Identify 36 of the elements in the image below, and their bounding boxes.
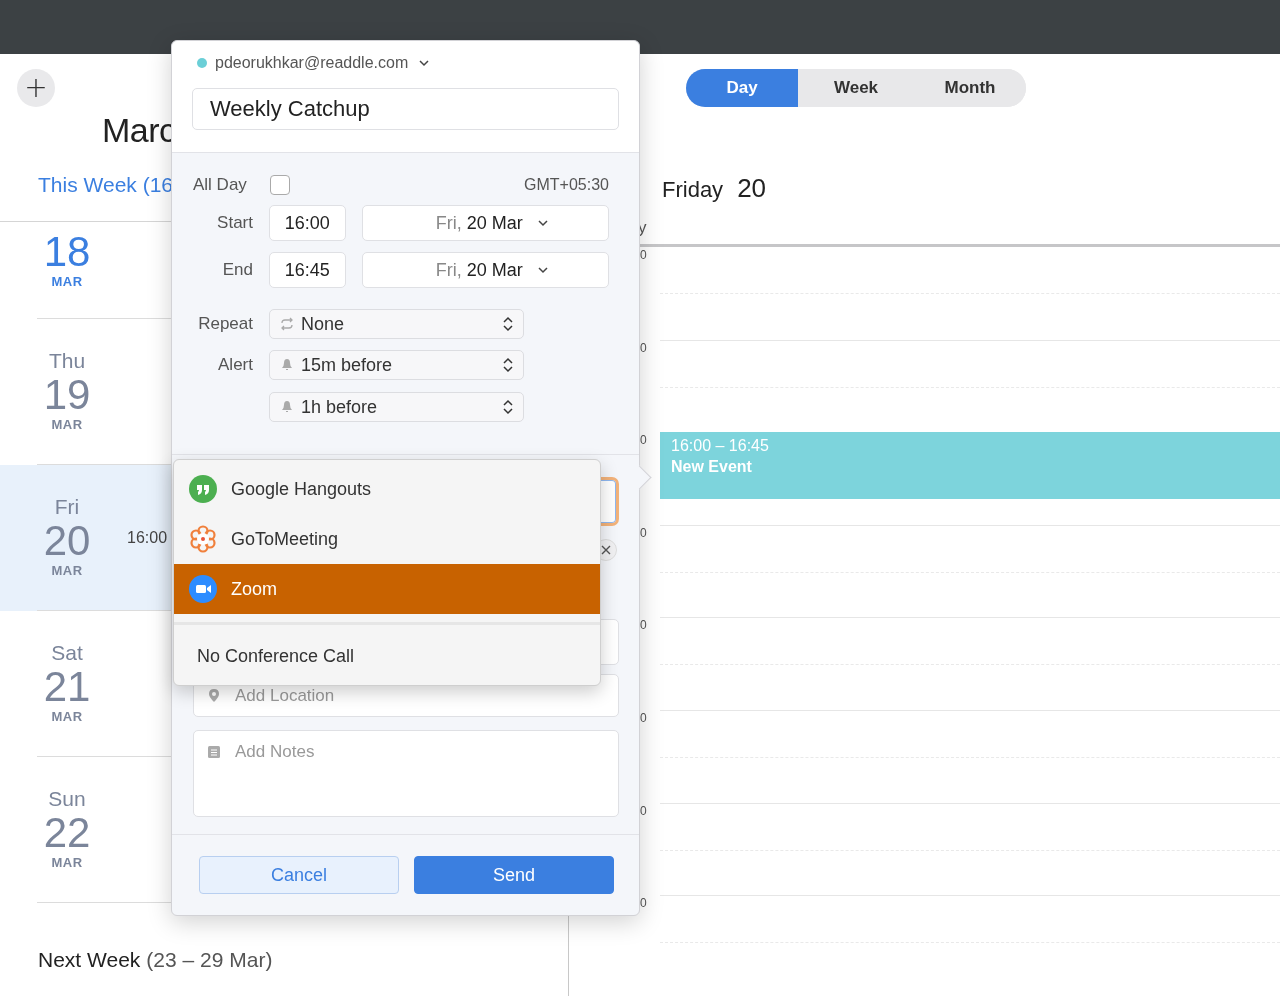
month-title: Marc	[102, 111, 176, 150]
month-label: MAR	[50, 709, 84, 725]
hour-label: 0	[640, 803, 647, 818]
day-number: 18	[42, 230, 92, 274]
field-label: All Day	[193, 175, 248, 195]
field-label: Repeat	[197, 314, 253, 334]
hour-label: 0	[640, 340, 647, 355]
month-label: MAR	[50, 855, 84, 871]
weekday-label: Sat	[50, 641, 84, 665]
hour-label: 0	[640, 711, 647, 725]
day-number: 20	[737, 173, 767, 204]
hour-label: 0	[640, 433, 647, 448]
weekday-label: Fri	[53, 495, 81, 519]
event-time: 16:00 – 16:45	[671, 436, 770, 457]
hour-label: 0	[640, 525, 647, 540]
date-range: (23 – 29 Mar)	[146, 948, 273, 972]
day-number: 19	[42, 373, 92, 417]
hour-label: 0	[640, 896, 647, 911]
week-heading: Next Week	[38, 948, 141, 972]
month-label: MAR	[50, 274, 84, 290]
weekday-label: Friday	[662, 177, 724, 203]
month-label: MAR	[50, 563, 84, 579]
timezone-label: GMT+05:30	[524, 176, 609, 194]
event-time: 16:00	[127, 529, 168, 547]
day-number: 20	[42, 519, 92, 563]
field-label: Start	[216, 213, 253, 233]
weekday-label: Thu	[47, 349, 87, 373]
weekday-label: Sun	[47, 787, 87, 811]
event-title: New Event	[671, 457, 753, 478]
day-number: 21	[42, 665, 92, 709]
month-label: MAR	[50, 417, 84, 433]
day-number: 22	[42, 811, 92, 855]
field-label: Alert	[217, 355, 253, 375]
field-label: End	[221, 260, 253, 280]
hour-label: 0	[640, 618, 647, 633]
hour-label: 0	[640, 248, 647, 262]
